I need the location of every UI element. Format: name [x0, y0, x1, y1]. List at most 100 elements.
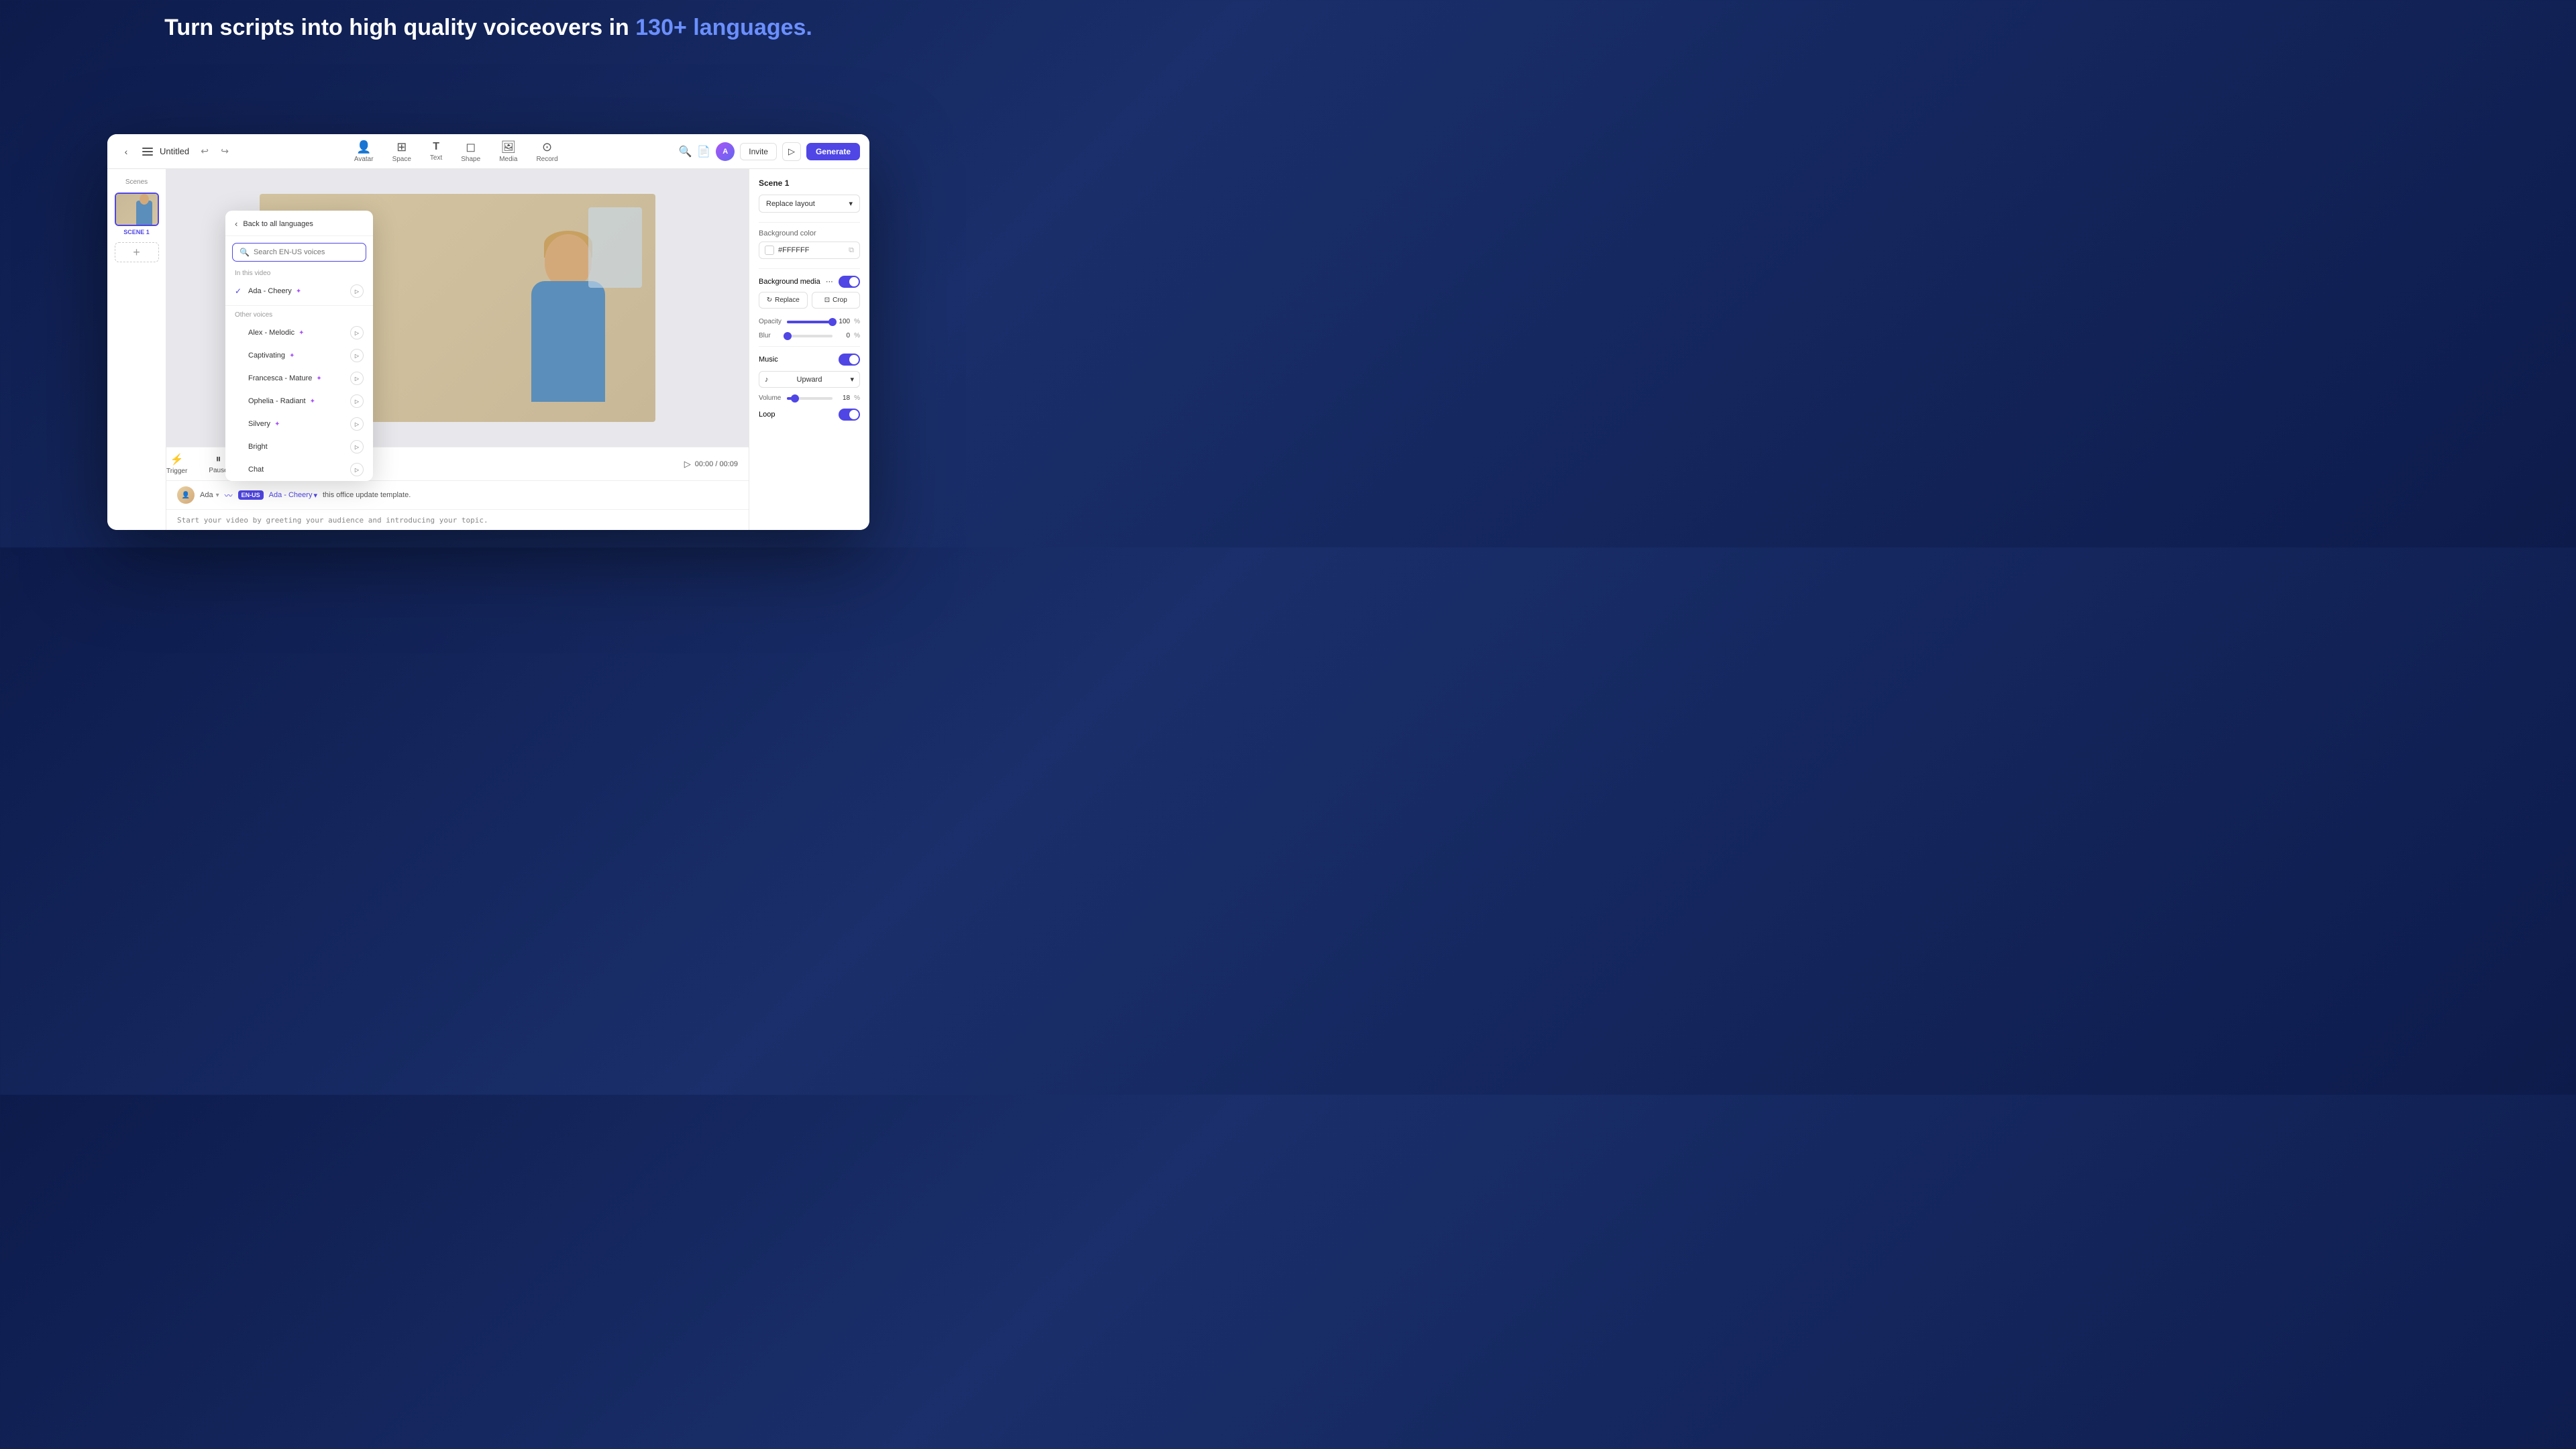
scenes-sidebar: Scenes SCENE 1 +	[107, 169, 166, 530]
script-line2: Start your video by greeting your audien…	[177, 516, 488, 525]
invite-button[interactable]: Invite	[740, 143, 777, 160]
voice-item-alex[interactable]: ✓ Alex - Melodic ✦ ▷	[225, 321, 373, 344]
play-voice-silvery[interactable]: ▷	[350, 417, 364, 431]
scene-thumb-image	[116, 194, 158, 225]
voice-item-bright[interactable]: ✓ Bright ▷	[225, 435, 373, 458]
avatar-body	[531, 281, 605, 402]
blur-unit: %	[854, 332, 860, 339]
music-note-icon: ♪	[765, 376, 769, 384]
media-icon: 🖼	[500, 140, 516, 154]
voice-popup: ‹ Back to all languages 🔍 In this video …	[225, 211, 373, 481]
blur-value: 0	[837, 332, 850, 339]
back-button[interactable]: ‹	[117, 142, 136, 161]
check-placeholder: ✓	[235, 419, 244, 429]
color-value: #FFFFFF	[778, 246, 845, 254]
blur-slider[interactable]	[787, 335, 833, 337]
present-button[interactable]: 📄	[697, 145, 710, 158]
play-voice-ada-cheery[interactable]: ▷	[350, 284, 364, 298]
crop-button[interactable]: ⊡ Crop	[812, 292, 861, 309]
blur-thumb[interactable]	[784, 332, 792, 340]
voice-item-silvery[interactable]: ✓ Silvery ✦ ▷	[225, 413, 373, 435]
play-voice-chat[interactable]: ▷	[350, 463, 364, 476]
toolbar-space-label: Space	[392, 156, 411, 163]
right-panel: Scene 1 Replace layout ▾ Background colo…	[749, 169, 869, 530]
voice-name-alex: Alex - Melodic ✦	[248, 329, 350, 337]
main-layout: Scenes SCENE 1 + ‹ Back to all	[107, 169, 869, 530]
toolbar-media[interactable]: 🖼 Media	[499, 140, 517, 163]
toolbar-space[interactable]: ⊞ Space	[392, 140, 411, 163]
divider	[225, 305, 373, 306]
music-toggle[interactable]	[839, 354, 860, 366]
ai-star-icon: ✦	[316, 375, 321, 382]
back-arrow-icon: ‹	[235, 219, 237, 229]
undo-button[interactable]: ↩	[196, 143, 213, 160]
opacity-value: 100	[837, 318, 850, 325]
voice-name-bright: Bright	[248, 443, 350, 451]
play-voice-alex[interactable]: ▷	[350, 326, 364, 339]
music-chevron-icon: ▾	[850, 375, 854, 384]
toolbar-record[interactable]: ⊙ Record	[536, 140, 557, 163]
redo-button[interactable]: ↪	[216, 143, 233, 160]
check-placeholder: ✓	[235, 351, 244, 360]
loop-row: Loop	[759, 409, 860, 421]
voice-search-box[interactable]: 🔍	[232, 243, 366, 262]
toolbar-text[interactable]: T Text	[430, 141, 442, 162]
generate-button[interactable]: Generate	[806, 143, 860, 160]
volume-slider[interactable]	[787, 397, 833, 400]
back-to-languages[interactable]: ‹ Back to all languages	[225, 211, 373, 236]
check-icon: ✓	[235, 286, 244, 296]
replace-layout-dropdown[interactable]: Replace layout ▾	[759, 195, 860, 213]
music-row: Music	[759, 354, 860, 366]
voice-item-captivating[interactable]: ✓ Captivating ✦ ▷	[225, 344, 373, 367]
music-track-name: Upward	[797, 376, 822, 384]
voice-search-input[interactable]	[254, 248, 359, 256]
wave-icon: 〰	[225, 490, 233, 501]
color-copy-icon: ⧉	[849, 246, 854, 255]
opacity-unit: %	[854, 318, 860, 325]
replace-label: Replace	[775, 297, 800, 304]
loop-label: Loop	[759, 411, 775, 419]
search-button[interactable]: 🔍	[678, 145, 692, 158]
trigger-label: Trigger	[166, 468, 187, 475]
play-voice-ophelia[interactable]: ▷	[350, 394, 364, 408]
play-voice-captivating[interactable]: ▷	[350, 349, 364, 362]
replace-button[interactable]: ↻ Replace	[759, 292, 808, 309]
divider	[759, 222, 860, 223]
add-scene-button[interactable]: +	[115, 242, 159, 262]
ada-selector[interactable]: Ada ▾	[200, 491, 219, 499]
scenes-label: Scenes	[125, 178, 148, 186]
voice-item-ada-cheery[interactable]: ✓ Ada - Cheery ✦ ▷	[225, 280, 373, 303]
play-voice-bright[interactable]: ▷	[350, 440, 364, 453]
opacity-label: Opacity	[759, 318, 783, 325]
check-placeholder: ✓	[235, 396, 244, 406]
voice-item-francesca[interactable]: ✓ Francesca - Mature ✦ ▷	[225, 367, 373, 390]
preview-play-button[interactable]: ▷	[782, 142, 801, 161]
user-avatar[interactable]: A	[716, 142, 735, 161]
media-actions: ↻ Replace ⊡ Crop	[759, 292, 860, 309]
voice-item-ophelia[interactable]: ✓ Ophelia - Radiant ✦ ▷	[225, 390, 373, 413]
voice-item-chat[interactable]: ✓ Chat ▷	[225, 458, 373, 481]
scene-1-thumbnail[interactable]	[115, 193, 159, 226]
app-window: ‹ Untitled ↩ ↪ 👤 Avatar ⊞ Space T Text	[107, 134, 869, 530]
toolbar-shape[interactable]: ◻ Shape	[461, 140, 480, 163]
opacity-slider[interactable]	[787, 321, 833, 323]
play-timeline-icon[interactable]: ▷	[684, 459, 691, 470]
opacity-thumb[interactable]	[828, 318, 837, 326]
volume-thumb[interactable]	[791, 394, 799, 402]
menu-icon[interactable]	[142, 148, 153, 156]
pause-icon: ⏸	[215, 453, 221, 466]
toolbar-avatar[interactable]: 👤 Avatar	[354, 140, 374, 163]
bg-media-toggle[interactable]	[839, 276, 860, 288]
loop-toggle[interactable]	[839, 409, 860, 421]
scene-1-name: SCENE 1	[123, 229, 150, 235]
music-track-dropdown[interactable]: ♪ Upward ▾	[759, 371, 860, 388]
play-voice-francesca[interactable]: ▷	[350, 372, 364, 385]
bg-color-input[interactable]: #FFFFFF ⧉	[759, 241, 860, 259]
more-icon[interactable]: ···	[826, 278, 833, 286]
text-icon: T	[433, 141, 439, 153]
voice-name-chat: Chat	[248, 466, 350, 474]
voice-selector[interactable]: Ada - Cheery ▾	[269, 491, 317, 500]
trigger-button[interactable]: ⚡ Trigger	[166, 453, 187, 475]
voice-name-silvery: Silvery ✦	[248, 420, 350, 428]
canvas-area: ‹ Back to all languages 🔍 In this video …	[166, 169, 749, 530]
